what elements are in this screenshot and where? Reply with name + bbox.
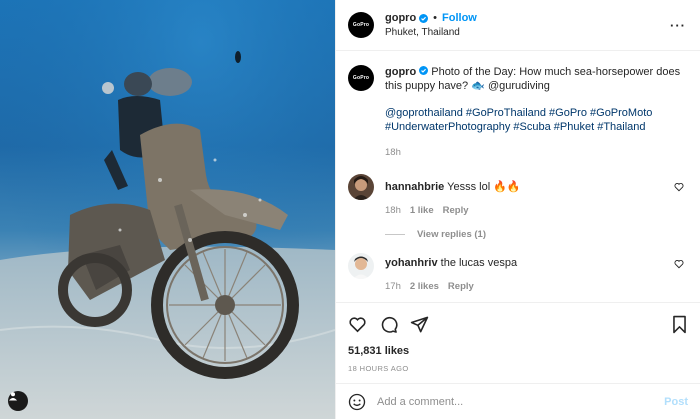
caption-author-username[interactable]: gopro (385, 66, 416, 78)
follow-button[interactable]: Follow (442, 12, 477, 24)
user-tag-icon (9, 392, 17, 401)
view-replies-line (385, 234, 405, 235)
comment-button[interactable] (379, 315, 398, 334)
caption-text: Photo of the Day: How much sea-horsepowe… (385, 66, 681, 92)
caption: GoPro gopro Photo of the Day: How much s… (348, 65, 688, 160)
comment-username[interactable]: hannahbrie (385, 181, 444, 193)
author-avatar-logo: GoPro (352, 22, 370, 28)
user-tag-button[interactable] (8, 391, 28, 411)
like-comment-heart-icon[interactable] (674, 182, 684, 192)
comment-item: hannahbrie Yesss lol 🔥🔥 18h 1 like Reply (348, 174, 688, 218)
more-options-icon[interactable]: ··· (670, 18, 686, 33)
heart-icon (349, 316, 366, 332)
comment-like-count[interactable]: 1 like (410, 204, 434, 218)
post-actions: 51,831 likes 18 HOURS AGO (336, 302, 700, 373)
author-username[interactable]: gopro (385, 12, 416, 24)
post-location[interactable]: Phuket, Thailand (385, 27, 477, 38)
comment-icon (381, 316, 398, 333)
like-comment-heart-icon[interactable] (674, 259, 684, 269)
comments-section: GoPro gopro Photo of the Day: How much s… (336, 51, 700, 303)
separator-dot: • (433, 12, 438, 24)
underwater-motorcycle-image (0, 0, 335, 419)
caption-time[interactable]: 18h (385, 146, 401, 160)
share-button[interactable] (410, 315, 429, 334)
add-comment-bar: Post (336, 383, 700, 419)
commenter-avatar[interactable] (348, 253, 374, 279)
bookmark-icon (673, 315, 686, 333)
emoji-icon (348, 393, 366, 410)
author-avatar[interactable]: GoPro (348, 12, 374, 38)
reply-button[interactable]: Reply (448, 280, 474, 294)
comment-time[interactable]: 17h (385, 280, 401, 294)
share-icon (410, 316, 429, 332)
like-count[interactable]: 51,831 likes (348, 345, 688, 357)
caption-author-avatar[interactable]: GoPro (348, 65, 374, 91)
save-button[interactable] (671, 315, 688, 334)
post-comment-button[interactable]: Post (664, 396, 688, 408)
view-replies-button[interactable]: View replies (1) (385, 229, 688, 240)
avatar-image (348, 253, 374, 279)
verified-badge-icon (419, 66, 429, 75)
comment-text: the lucas vespa (440, 257, 518, 269)
avatar-image (348, 174, 374, 200)
comment-input[interactable] (377, 395, 665, 408)
verified-badge-icon (419, 13, 429, 23)
post-timestamp[interactable]: 18 HOURS AGO (348, 364, 688, 373)
comment-username[interactable]: yohanhriv (385, 257, 438, 269)
commenter-avatar[interactable] (348, 174, 374, 200)
caption-hashtags[interactable]: @goprothailand #GoProThailand #GoPro #Go… (385, 106, 685, 134)
view-replies-label: View replies (1) (417, 229, 486, 240)
post-details-panel: GoPro gopro • Follow Phuket, Thailand ··… (335, 0, 700, 419)
like-button[interactable] (348, 315, 367, 334)
comment-text: Yesss lol 🔥🔥 (447, 181, 521, 193)
reply-button[interactable]: Reply (443, 204, 469, 218)
comment-item: yohanhriv the lucas vespa 17h 2 likes Re… (348, 253, 688, 294)
comment-time[interactable]: 18h (385, 204, 401, 218)
post-header: GoPro gopro • Follow Phuket, Thailand ··… (336, 0, 700, 51)
comment-like-count[interactable]: 2 likes (410, 280, 439, 294)
emoji-button[interactable] (348, 393, 366, 411)
post-photo[interactable] (0, 0, 335, 419)
caption-avatar-logo: GoPro (352, 75, 370, 81)
